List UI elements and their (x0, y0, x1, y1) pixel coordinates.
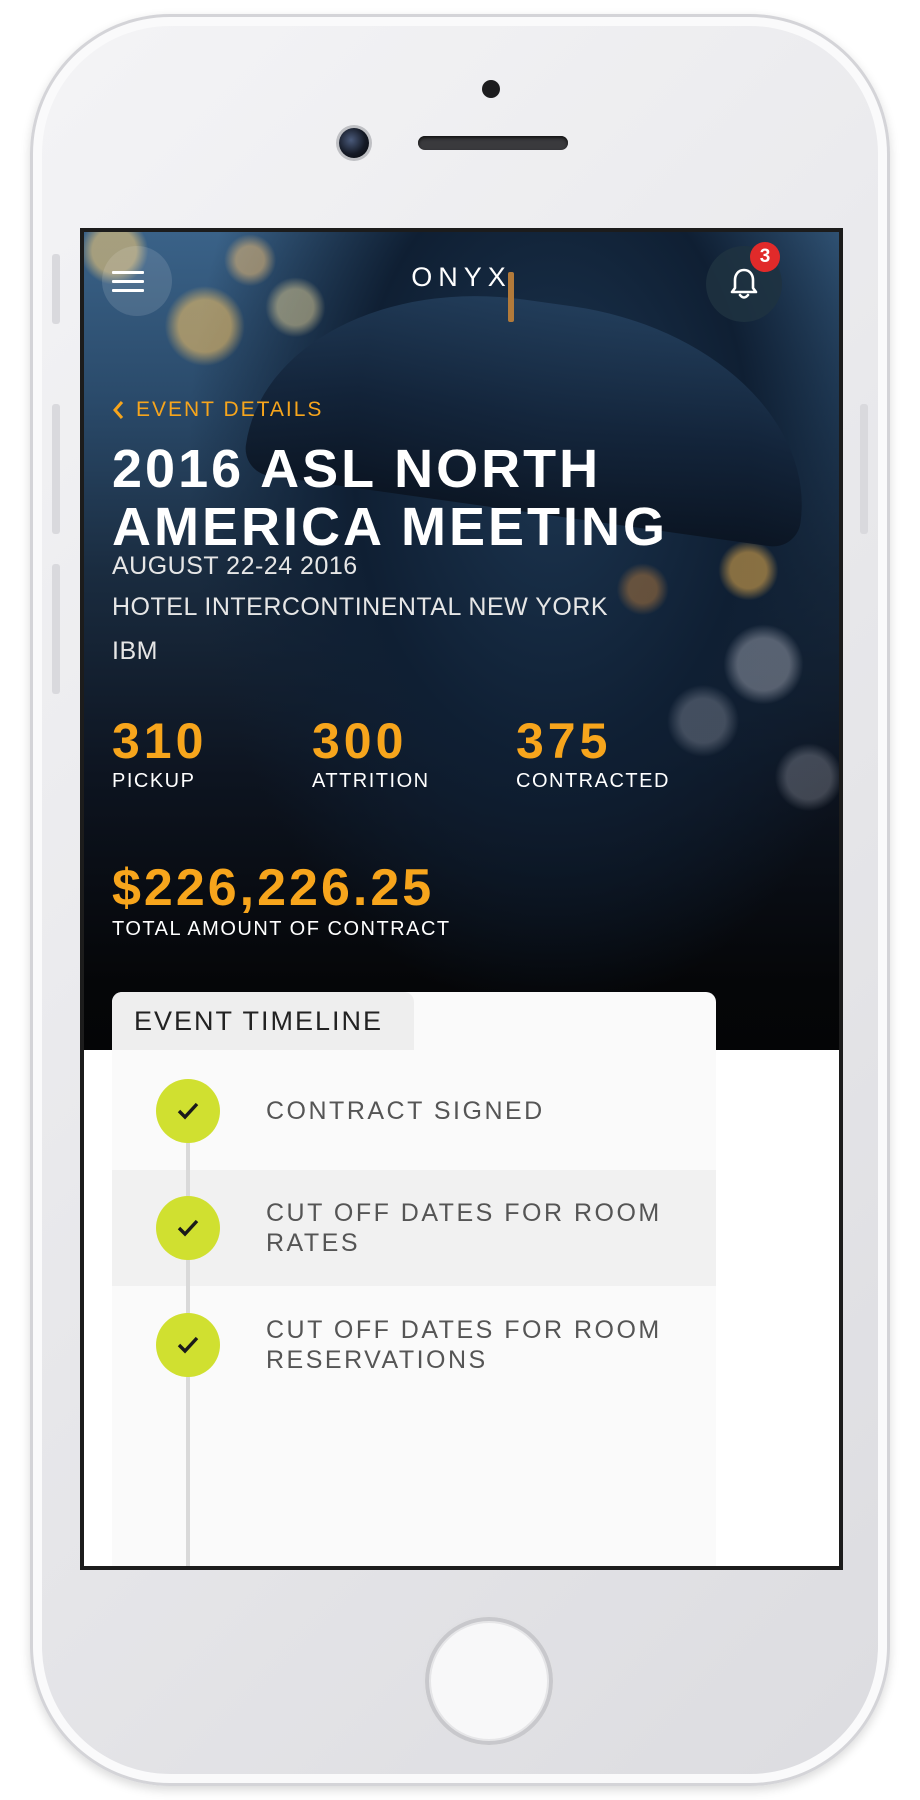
timeline-item[interactable]: CUT OFF DATES FOR ROOM RATES (112, 1170, 716, 1286)
volume-down-button (52, 564, 60, 694)
tab-event-timeline[interactable]: EVENT TIMELINE (112, 992, 414, 1050)
stat-value: 375 (516, 713, 612, 769)
check-icon (156, 1079, 220, 1143)
proximity-sensor (482, 80, 500, 98)
event-title: 2016 ASL NORTH AMERICA MEETING (112, 439, 668, 557)
earpiece-speaker (418, 136, 568, 150)
timeline-item[interactable]: CONTRACT SIGNED (112, 1052, 716, 1170)
front-camera (339, 128, 369, 158)
check-icon (156, 1313, 220, 1377)
notification-badge: 3 (750, 242, 780, 272)
stat-pickup: 310 PICKUP (112, 714, 207, 793)
timeline-item[interactable]: CUT OFF DATES FOR ROOM RESERVATIONS (112, 1286, 716, 1404)
mute-switch (52, 254, 60, 324)
app-screen: ONYX 3 EVENT DETAILS 2016 ASL NORTH AMER… (80, 228, 843, 1570)
back-to-event-details-link[interactable]: EVENT DETAILS (112, 398, 323, 422)
power-button (860, 404, 868, 534)
chevron-left-icon (113, 401, 124, 419)
total-contract-value: $226,226.25 (112, 859, 435, 917)
home-button[interactable] (425, 1617, 553, 1745)
event-dates: AUGUST 22-24 2016 (112, 552, 358, 580)
total-contract-label: TOTAL AMOUNT OF CONTRACT (112, 918, 451, 940)
event-venue: HOTEL INTERCONTINENTAL NEW YORK (112, 593, 609, 621)
timeline-item-label: CONTRACT SIGNED (266, 1097, 545, 1125)
total-contract: $226,226.25 TOTAL AMOUNT OF CONTRACT (112, 860, 451, 941)
back-link-label: EVENT DETAILS (136, 398, 324, 421)
event-timeline-card: EVENT TIMELINE CONTRACT SIGNED CUT OFF D… (112, 992, 716, 1566)
timeline-item-label: CUT OFF DATES FOR ROOM RESERVATIONS (266, 1316, 662, 1374)
stat-label: ATTRITION (312, 770, 430, 792)
stat-label: PICKUP (112, 770, 196, 792)
timeline-item-label: CUT OFF DATES FOR ROOM RATES (266, 1199, 662, 1257)
bell-icon (730, 268, 758, 299)
stat-value: 310 (112, 713, 208, 769)
stat-label: CONTRACTED (516, 770, 670, 792)
event-client: IBM (112, 637, 158, 665)
volume-up-button (52, 404, 60, 534)
stat-attrition: 300 ATTRITION (312, 714, 430, 793)
stat-contracted: 375 CONTRACTED (516, 714, 670, 793)
stat-value: 300 (312, 713, 408, 769)
check-icon (156, 1196, 220, 1260)
